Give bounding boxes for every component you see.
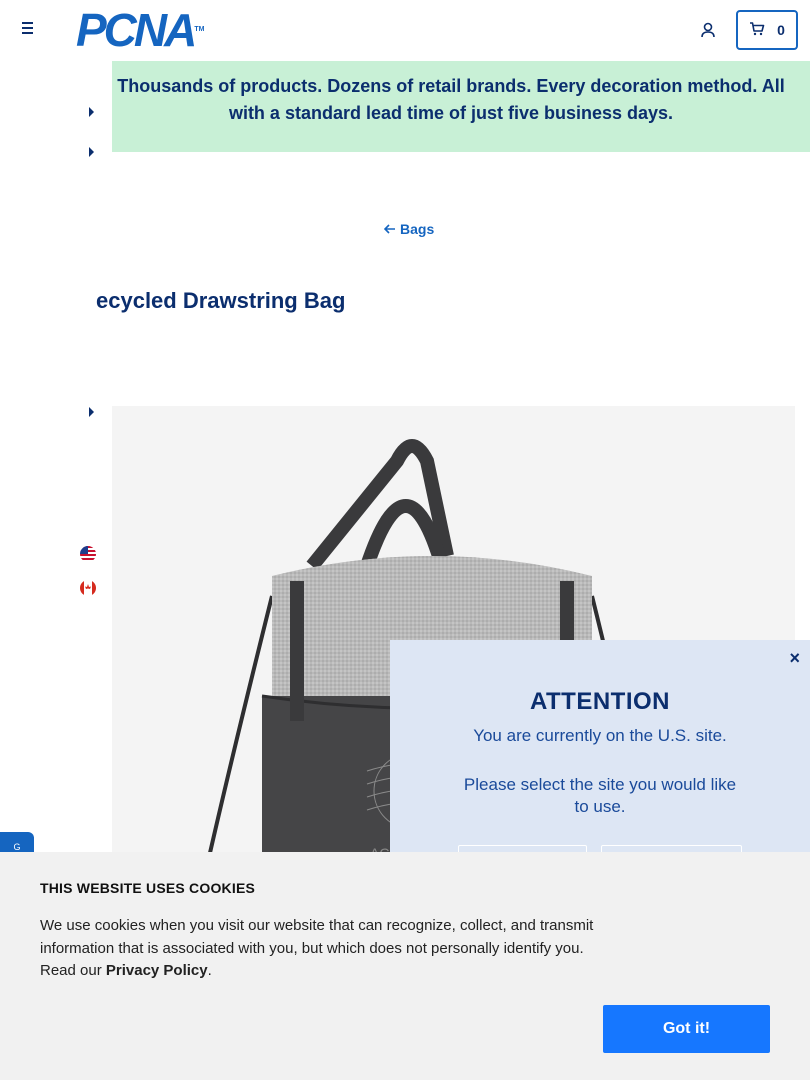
pcna-logo[interactable]: PCNATM <box>76 7 205 53</box>
caret-right-icon[interactable] <box>89 407 94 417</box>
back-link-label: Bags <box>400 221 435 237</box>
cart-icon <box>749 21 765 39</box>
arrow-left-icon <box>383 221 396 237</box>
logo-tm: TM <box>194 26 205 33</box>
privacy-policy-link[interactable]: Privacy Policy <box>106 962 208 979</box>
banner-text: Thousands of products. Dozens of retail … <box>117 76 785 123</box>
caret-right-icon[interactable] <box>89 147 94 157</box>
cart-count: 0 <box>777 22 785 38</box>
back-to-bags-link[interactable]: Bags <box>383 221 435 237</box>
caret-right-icon[interactable] <box>89 107 94 117</box>
promo-banner: Thousands of products. Dozens of retail … <box>112 61 810 152</box>
us-flag-icon[interactable] <box>80 546 96 562</box>
logo-text: PCNA <box>76 4 197 56</box>
cookie-banner: THIS WEBSITE USES COOKIES We use cookies… <box>0 852 810 1080</box>
cookie-accept-button[interactable]: Got it! <box>603 1005 770 1053</box>
site-header: PCNATM 0 <box>0 0 810 61</box>
modal-prompt: Please select the site you would like to… <box>463 775 737 816</box>
feedback-tab-label: G <box>13 842 21 852</box>
user-icon[interactable] <box>699 21 717 39</box>
cookie-body: We use cookies when you visit our websit… <box>40 915 600 983</box>
cookie-heading: THIS WEBSITE USES COOKIES <box>40 880 256 896</box>
modal-message: You are currently on the U.S. site. <box>473 726 727 745</box>
product-title: ecycled Drawstring Bag <box>96 288 346 313</box>
site-select-modal: × ATTENTION You are currently on the U.S… <box>390 640 810 885</box>
menu-icon[interactable] <box>20 22 36 38</box>
close-icon[interactable]: × <box>789 648 800 669</box>
modal-title: ATTENTION <box>529 688 671 715</box>
cart-button[interactable]: 0 <box>736 10 798 50</box>
canada-flag-icon[interactable] <box>80 580 96 596</box>
cookie-body-period: . <box>207 962 212 979</box>
